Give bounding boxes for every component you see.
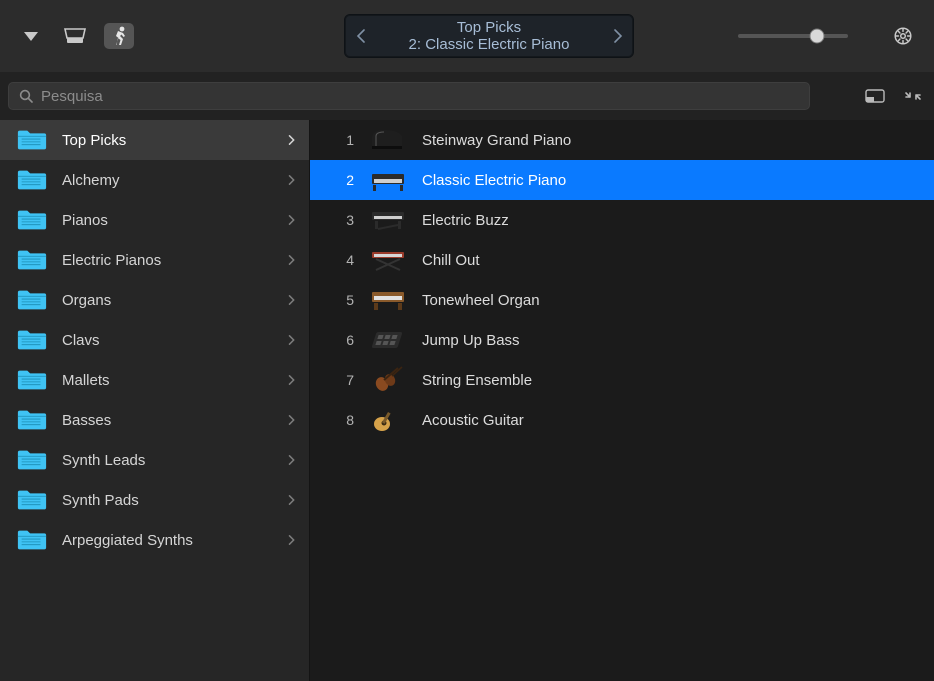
display-text[interactable]: Top Picks 2: Classic Electric Piano	[375, 19, 603, 54]
organ-icon	[368, 286, 408, 314]
chevron-right-icon	[287, 175, 297, 185]
display-line-2: 2: Classic Electric Piano	[375, 36, 603, 53]
search-row	[0, 72, 934, 120]
sidebar-item-alchemy[interactable]: Alchemy	[0, 160, 309, 200]
sidebar-item-label: Synth Pads	[62, 492, 273, 509]
pad-icon	[368, 326, 408, 354]
preset-label: Steinway Grand Piano	[422, 132, 571, 149]
sidebar-item-label: Organs	[62, 292, 273, 309]
chevron-right-icon	[287, 455, 297, 465]
volume-slider[interactable]	[738, 34, 848, 38]
sidebar-item-label: Synth Leads	[62, 452, 273, 469]
sidebar-item-clavs[interactable]: Clavs	[0, 320, 309, 360]
sidebar-item-label: Top Picks	[62, 132, 273, 149]
collapse-arrows-icon[interactable]	[900, 85, 926, 107]
sidebar-item-arpeggiated-synths[interactable]: Arpeggiated Synths	[0, 520, 309, 560]
sidebar-item-organs[interactable]: Organs	[0, 280, 309, 320]
chevron-right-icon	[287, 535, 297, 545]
chevron-right-icon	[287, 375, 297, 385]
folder-icon	[16, 528, 48, 552]
lcd-display: Top Picks 2: Classic Electric Piano	[344, 14, 634, 58]
chevron-right-icon	[287, 415, 297, 425]
preset-index: 1	[310, 132, 354, 148]
preset-item-jump-up-bass[interactable]: 6 Jump Up Bass	[310, 320, 934, 360]
search-icon	[19, 89, 33, 103]
category-sidebar: Top Picks Alchemy Pianos Electric Pianos Org…	[0, 120, 310, 681]
folder-icon	[16, 488, 48, 512]
preset-item-string-ensemble[interactable]: 7 String Ensemble	[310, 360, 934, 400]
preset-index: 2	[310, 172, 354, 188]
preset-label: Jump Up Bass	[422, 332, 520, 349]
preset-item-tonewheel-organ[interactable]: 5 Tonewheel Organ	[310, 280, 934, 320]
preset-index: 5	[310, 292, 354, 308]
folder-icon	[16, 408, 48, 432]
chevron-right-icon	[287, 495, 297, 505]
preset-label: String Ensemble	[422, 372, 532, 389]
preset-list: 1 Steinway Grand Piano 2 Classic Electric P…	[310, 120, 934, 681]
inbox-icon[interactable]	[60, 23, 90, 49]
chevron-right-icon	[287, 135, 297, 145]
preset-index: 6	[310, 332, 354, 348]
guitar-icon	[368, 406, 408, 434]
sidebar-item-label: Pianos	[62, 212, 273, 229]
display-next-button[interactable]	[603, 15, 633, 57]
preset-label: Electric Buzz	[422, 212, 509, 229]
preset-item-electric-buzz[interactable]: 3 Electric Buzz	[310, 200, 934, 240]
folder-icon	[16, 168, 48, 192]
grand-piano-icon	[368, 126, 408, 154]
sidebar-item-synth-pads[interactable]: Synth Pads	[0, 480, 309, 520]
folder-icon	[16, 208, 48, 232]
preset-item-chill-out[interactable]: 4 Chill Out	[310, 240, 934, 280]
search-input[interactable]	[41, 88, 799, 105]
sidebar-item-electric-pianos[interactable]: Electric Pianos	[0, 240, 309, 280]
keyboard-stand-icon	[368, 246, 408, 274]
folder-icon	[16, 288, 48, 312]
sidebar-item-label: Clavs	[62, 332, 273, 349]
sidebar-item-label: Alchemy	[62, 172, 273, 189]
search-field[interactable]	[8, 82, 810, 110]
gear-icon[interactable]	[888, 23, 918, 49]
folder-icon	[16, 448, 48, 472]
preset-label: Classic Electric Piano	[422, 172, 566, 189]
layout-toggle-icon[interactable]	[862, 85, 888, 107]
chevron-right-icon	[287, 215, 297, 225]
main-content: Top Picks Alchemy Pianos Electric Pianos Org…	[0, 120, 934, 681]
chevron-right-icon	[287, 335, 297, 345]
chevron-right-icon	[287, 255, 297, 265]
preset-index: 3	[310, 212, 354, 228]
sidebar-item-label: Mallets	[62, 372, 273, 389]
sidebar-item-basses[interactable]: Basses	[0, 400, 309, 440]
sidebar-item-label: Basses	[62, 412, 273, 429]
preset-label: Chill Out	[422, 252, 480, 269]
strings-icon	[368, 366, 408, 394]
chevron-right-icon	[287, 295, 297, 305]
folder-icon	[16, 248, 48, 272]
toolbar-left-group	[16, 23, 134, 49]
folder-icon	[16, 328, 48, 352]
electric-piano-icon	[368, 166, 408, 194]
toolbar: Top Picks 2: Classic Electric Piano	[0, 0, 934, 72]
display-prev-button[interactable]	[345, 15, 375, 57]
preset-label: Acoustic Guitar	[422, 412, 524, 429]
preset-item-classic-electric-piano[interactable]: 2 Classic Electric Piano	[310, 160, 934, 200]
running-figure-icon[interactable]	[104, 23, 134, 49]
preset-label: Tonewheel Organ	[422, 292, 540, 309]
preset-item-acoustic-guitar[interactable]: 8 Acoustic Guitar	[310, 400, 934, 440]
sidebar-item-mallets[interactable]: Mallets	[0, 360, 309, 400]
sidebar-item-pianos[interactable]: Pianos	[0, 200, 309, 240]
sidebar-item-top-picks[interactable]: Top Picks	[0, 120, 309, 160]
triangle-down-icon[interactable]	[16, 23, 46, 49]
sidebar-item-synth-leads[interactable]: Synth Leads	[0, 440, 309, 480]
display-line-1: Top Picks	[375, 19, 603, 36]
preset-index: 4	[310, 252, 354, 268]
synth-keys-icon	[368, 206, 408, 234]
folder-icon	[16, 128, 48, 152]
preset-item-steinway-grand-piano[interactable]: 1 Steinway Grand Piano	[310, 120, 934, 160]
preset-index: 8	[310, 412, 354, 428]
sidebar-item-label: Arpeggiated Synths	[62, 532, 273, 549]
slider-thumb[interactable]	[810, 29, 825, 44]
folder-icon	[16, 368, 48, 392]
preset-index: 7	[310, 372, 354, 388]
sidebar-item-label: Electric Pianos	[62, 252, 273, 269]
